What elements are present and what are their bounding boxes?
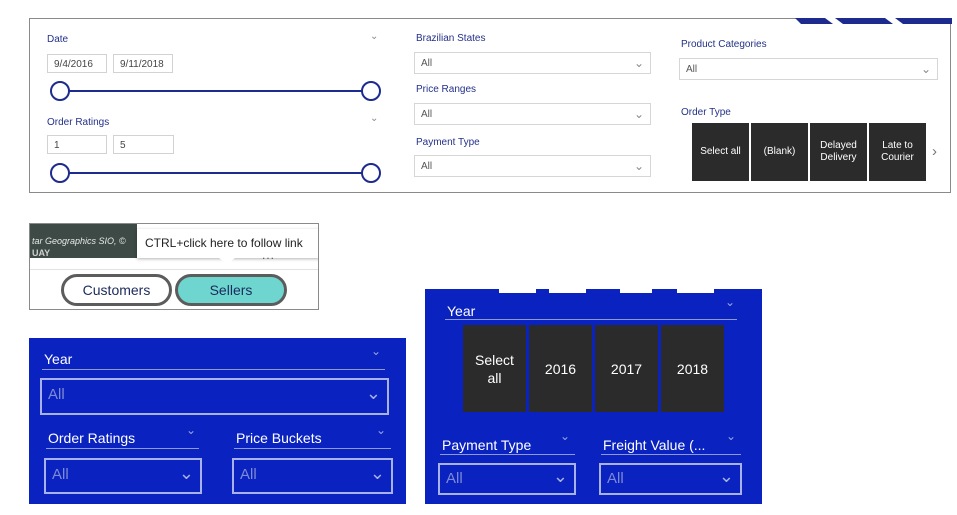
ratings-min-input[interactable]: 1 <box>47 135 107 154</box>
ratings-slider-track[interactable] <box>60 172 370 174</box>
header-decoration <box>620 289 652 293</box>
year-label: Year <box>447 303 476 319</box>
ratings-max-input[interactable]: 5 <box>113 135 174 154</box>
header-decoration <box>795 18 952 24</box>
left-filter-panel: Year ⌄ All ⌄ Order Ratings ⌄ All ⌄ Price… <box>29 338 406 504</box>
date-slider-start-handle[interactable] <box>50 81 70 101</box>
header-decoration <box>677 289 714 293</box>
chevron-down-icon[interactable]: ⌄ <box>370 31 378 42</box>
header-decoration <box>499 289 536 293</box>
map-label: UAY <box>32 248 51 258</box>
chevron-down-icon[interactable]: ⌄ <box>376 423 386 437</box>
chevron-down-icon[interactable]: ⌄ <box>725 295 735 309</box>
brazilian-states-label: Brazilian States <box>416 33 486 44</box>
order-type-select-all[interactable]: Select all <box>692 123 749 181</box>
tooltip: CTRL+click here to follow link <box>137 229 318 258</box>
chevron-down-icon: ⌄ <box>369 463 385 483</box>
chevron-right-icon[interactable]: › <box>932 143 937 160</box>
chevron-down-icon: ⌄ <box>178 463 194 483</box>
divider <box>234 448 391 449</box>
order-ratings-label: Order Ratings <box>48 430 136 446</box>
order-ratings-label: Order Ratings <box>47 117 110 128</box>
product-categories-dropdown[interactable]: All ⌄ <box>679 58 938 80</box>
date-slider-track[interactable] <box>60 90 370 92</box>
date-slider-end-handle[interactable] <box>361 81 381 101</box>
year-2017-tile[interactable]: 2017 <box>595 325 658 412</box>
divider <box>30 269 318 270</box>
chevron-down-icon: ⌄ <box>633 159 644 173</box>
year-label: Year <box>44 351 73 367</box>
payment-type-label: Payment Type <box>442 437 532 453</box>
freight-value-dropdown[interactable]: All ⌄ <box>599 463 742 495</box>
chevron-down-icon[interactable]: ⌄ <box>370 113 378 124</box>
dropdown-value: All <box>52 466 69 483</box>
order-ratings-dropdown[interactable]: All ⌄ <box>44 458 202 494</box>
chevron-down-icon: ⌄ <box>552 466 568 486</box>
chevron-down-icon[interactable]: ⌄ <box>371 344 381 358</box>
price-buckets-dropdown[interactable]: All ⌄ <box>232 458 393 494</box>
chevron-down-icon: ⌄ <box>633 56 644 70</box>
map-toggle-panel: tar Geographics SIO, © UAY CTRL+click he… <box>29 223 319 310</box>
chevron-down-icon: ⌄ <box>718 466 734 486</box>
order-type-label: Order Type <box>681 107 731 118</box>
order-type-blank[interactable]: (Blank) <box>751 123 808 181</box>
product-categories-label: Product Categories <box>681 39 767 50</box>
payment-type-dropdown[interactable]: All ⌄ <box>414 155 651 177</box>
price-ranges-label: Price Ranges <box>416 84 477 95</box>
order-type-late-to-courier[interactable]: Late to Courier <box>869 123 926 181</box>
right-filter-panel: Year ⌄ Select all 2016 2017 2018 Payment… <box>425 289 762 504</box>
chevron-down-icon[interactable]: ⌄ <box>726 429 736 443</box>
divider <box>440 454 575 455</box>
customers-toggle-label: Customers <box>82 282 151 298</box>
tooltip-pointer <box>218 257 236 265</box>
date-end-input[interactable]: 9/11/2018 <box>113 54 173 73</box>
price-ranges-dropdown[interactable]: All ⌄ <box>414 103 651 125</box>
chevron-down-icon: ⌄ <box>365 383 381 403</box>
tooltip-text: CTRL+click here to follow link <box>145 236 303 250</box>
dropdown-value: All <box>607 470 624 487</box>
dropdown-value: All <box>421 161 433 172</box>
divider <box>601 454 741 455</box>
chevron-down-icon: ⌄ <box>920 62 931 76</box>
ratings-slider-max-handle[interactable] <box>361 163 381 183</box>
sellers-toggle-label: Sellers <box>209 282 253 298</box>
year-2016-tile[interactable]: 2016 <box>529 325 592 412</box>
year-dropdown[interactable]: All ⌄ <box>40 378 389 415</box>
header-decoration <box>549 289 586 293</box>
dropdown-value: All <box>421 58 433 69</box>
payment-type-label: Payment Type <box>416 137 480 148</box>
ratings-slider-min-handle[interactable] <box>50 163 70 183</box>
date-label: Date <box>47 34 69 45</box>
dropdown-value: All <box>686 64 698 75</box>
customers-toggle-button[interactable]: Customers <box>61 274 172 306</box>
brazilian-states-dropdown[interactable]: All ⌄ <box>414 52 651 74</box>
sellers-toggle-button[interactable]: Sellers <box>175 274 287 306</box>
divider <box>445 319 737 320</box>
dropdown-value: All <box>421 109 433 120</box>
chevron-down-icon[interactable]: ⌄ <box>560 429 570 443</box>
date-start-input[interactable]: 9/4/2016 <box>47 54 107 73</box>
divider <box>42 369 385 370</box>
chevron-down-icon: ⌄ <box>633 107 644 121</box>
year-select-all-tile[interactable]: Select all <box>463 325 526 412</box>
more-options-icon[interactable]: ... <box>262 248 275 262</box>
divider <box>46 448 199 449</box>
order-type-delayed-delivery[interactable]: Delayed Delivery <box>810 123 867 181</box>
price-buckets-label: Price Buckets <box>236 430 322 446</box>
freight-value-label: Freight Value (... <box>603 437 706 453</box>
dropdown-value: All <box>48 386 65 403</box>
filter-panel: Date ⌄ 9/4/2016 9/11/2018 Order Ratings … <box>29 18 952 193</box>
payment-type-dropdown[interactable]: All ⌄ <box>438 463 576 495</box>
dropdown-value: All <box>240 466 257 483</box>
year-2018-tile[interactable]: 2018 <box>661 325 724 412</box>
map-attribution: tar Geographics SIO, © <box>32 236 126 246</box>
dropdown-value: All <box>446 470 463 487</box>
chevron-down-icon[interactable]: ⌄ <box>186 423 196 437</box>
